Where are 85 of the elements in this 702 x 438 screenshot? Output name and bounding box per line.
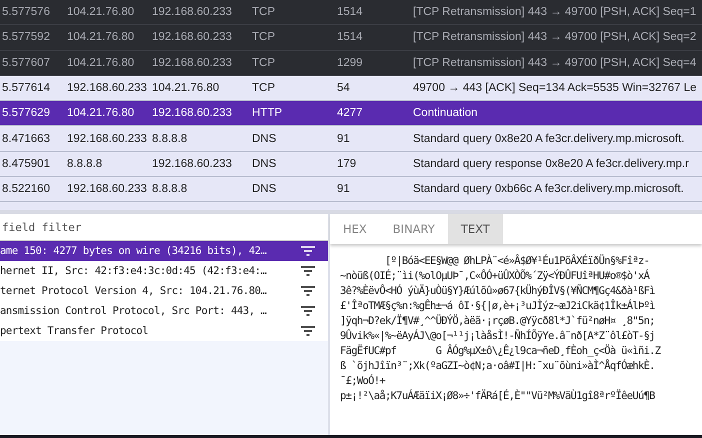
payload-text-line: FägËfUC#pf G ÂÓg%µX±ô\¿Ê¿l9ca¬ñeD¸fÈoh_ç<Öà ü«ìñi.Z	[340, 344, 662, 359]
destination-cell-text: 192.168.60.233	[152, 56, 233, 69]
destination-cell-text: 192.168.60.233	[152, 6, 233, 18]
source-cell-text: 104.21.76.80	[67, 56, 136, 69]
destination-cell-text: 8.8.8.8	[152, 132, 188, 145]
length-cell-text: 91	[337, 183, 351, 196]
tree-item[interactable]: pertext Transfer Protocol	[0, 321, 328, 341]
info-cell: Standard query response 0x8e20 A fe3cr.delivery.mp.r	[413, 158, 689, 170]
time-cell-text: 8.475901	[1, 158, 51, 170]
source-cell-text: 192.168.60.233	[67, 132, 148, 145]
tree-item[interactable]: ternet Protocol Version 4, Src: 104.21.76.80…	[0, 281, 328, 301]
length-cell-text: 91	[337, 132, 351, 145]
info-cell: Standard query 0xb66c A fe3cr.delivery.mp.microsoft.	[413, 183, 684, 196]
source-cell-text: 104.21.76.80	[67, 107, 136, 120]
tree-item-label: ternet Protocol Version 4, Src: 104.21.76.80…	[0, 285, 266, 297]
protocol-cell-text: TCP	[252, 82, 276, 94]
time-cell-text: 5.577629	[1, 107, 51, 120]
payload-text-line: ]ÿqh¬D?ek/Ï¶V#¸^^ÜÐÝÖ,àëã·¡rçøB.@Yÿcð8l*J`fü²nøH¤ ¸8"5n;	[340, 314, 656, 329]
info-cell: [TCP Retransmission] 443 → 49700 [PSH, ACK] Seq=2	[413, 31, 696, 44]
source-cell-text: 104.21.76.80	[67, 31, 136, 44]
field-filter-input[interactable]: field filter	[0, 214, 328, 241]
tree-item[interactable]: ame 150: 4277 bytes on wire (34216 bits), 42…	[0, 241, 328, 261]
destination-cell-text: 192.168.60.233	[152, 107, 233, 120]
info-cell: [TCP Retransmission] 443 → 49700 [PSH, ACK] Seq=1	[413, 6, 696, 18]
tree-item-label: ansmission Control Protocol, Src Port: 443, …	[0, 305, 266, 317]
source-cell-text: 192.168.60.233	[67, 183, 148, 196]
time-cell-text: 8.522160	[1, 183, 51, 196]
protocol-cell-text: TCP	[252, 31, 276, 44]
source-cell-text: 192.168.60.233	[67, 82, 148, 94]
destination-cell-text: 192.168.60.233	[152, 31, 233, 44]
payload-text-line: ~nòüß(OIÉ;¨ìi(%olOµUÞ¯,C«ÔÓ+üÛXÒÕ%´Zÿ<ÝÐÛFUîªHU#o®$ò'xÁ	[340, 269, 651, 284]
tree-item-label: hernet II, Src: 42:f3:e4:3c:0d:45 (42:f3:e4:…	[0, 265, 266, 277]
tree-item-label: ame 150: 4277 bytes on wire (34216 bits), 42…	[0, 245, 266, 257]
payload-text-line: [º|Bóä<EE§W@@ ØhLPÀ¨<é»Â$Ø¥¹Éu1PõÂXÉïðÜn§%Fîªz-	[384, 254, 650, 269]
protocol-cell-text: DNS	[252, 132, 278, 145]
payload-text-line: ß `õjhJîïn³¨;Xk(ºaGZI~ò¢N;a·oâ#I|H:¯xu¨õùni»àÌ^ÅqfÓæhkÈ.	[340, 359, 656, 374]
info-cell: [TCP Retransmission] 443 → 49700 [PSH, ACK] Seq=4	[413, 56, 696, 69]
filter-icon[interactable]	[300, 285, 316, 297]
time-cell-text: 5.577607	[1, 56, 51, 69]
packet-row[interactable]: 5.577576 104.21.76.80 192.168.60.233 TCP 1514 [TCP Retransmission] 443 → 49700 [PSH, ACK] Seq=1	[0, 0, 702, 26]
length-cell-text: 1514	[337, 31, 364, 44]
payload-text-line: p±¡!²\aå;K7uÁÆäïiX¡Ø8»÷'fÄRá[É,È""Vü²M%VäÙ1gî8ªrºÏêeUú¶B	[340, 389, 656, 404]
info-cell: 49700 → 443 [ACK] Seq=134 Ack=5535 Win=32767 Le	[413, 82, 697, 94]
protocol-cell-text: TCP	[252, 56, 276, 69]
payload-text-line: ¯£;WoÓ!+	[340, 374, 386, 389]
packet-row[interactable]: 8.522160 192.168.60.233 8.8.8.8 DNS 91 Standard query 0xb66c A fe3cr.delivery.mp.microsoft.	[0, 177, 702, 202]
view-tab[interactable]: BINARY	[380, 214, 448, 244]
protocol-cell-text: HTTP	[252, 107, 284, 120]
filter-icon[interactable]	[300, 325, 316, 337]
packet-row[interactable]: 8.471663 192.168.60.233 8.8.8.8 DNS 91 Standard query 0x8e20 A fe3cr.delivery.mp.microsoft.	[0, 126, 702, 152]
destination-cell-text: 8.8.8.8	[152, 183, 188, 196]
payload-text-line: 9Ûvik%«|%~ëAyÁJ\@o[¬¹¹j¡làåsÌ!-ÑhÍÕÿYe.â¨nð[A*Z¨ôl£òT-§j	[340, 329, 656, 344]
protocol-cell-text: DNS	[252, 183, 278, 196]
packet-row[interactable]: 5.577614 192.168.60.233 104.21.76.80 TCP 54 49700 → 443 [ACK] Seq=134 Ack=5535 Win=32767 Le	[0, 76, 702, 102]
info-cell: Continuation	[413, 107, 478, 120]
filter-icon[interactable]	[300, 265, 316, 277]
destination-cell-text: 192.168.60.233	[152, 158, 233, 170]
source-cell-text: 8.8.8.8	[67, 158, 104, 170]
length-cell-text: 54	[337, 82, 351, 94]
tree-item[interactable]: hernet II, Src: 42:f3:e4:3c:0d:45 (42:f3:e4:…	[0, 261, 328, 281]
filter-icon[interactable]	[300, 305, 316, 317]
packet-row[interactable]: 8.475901 8.8.8.8 192.168.60.233 DNS 179 Standard query response 0x8e20 A fe3cr.delivery.mp.r	[0, 152, 702, 178]
packet-row[interactable]: 5.577607 104.21.76.80 192.168.60.233 TCP 1299 [TCP Retransmission] 443 → 49700 [PSH, ACK] Seq=4	[0, 50, 702, 76]
packet-row[interactable]: 5.577629 104.21.76.80 192.168.60.233 HTTP 4277 Continuation	[0, 101, 702, 126]
tree-item-label: pertext Transfer Protocol	[0, 325, 148, 337]
payload-text-line: £'ÎªoTMÆ§ç%n:%gÊh±¬á ôI·§{|ø,è+¡³uJÌýz~æJ2iCkä¢1Îk±ÁlÞºì	[340, 299, 656, 314]
time-cell-text: 8.471663	[1, 132, 51, 145]
length-cell-text: 4277	[337, 107, 364, 120]
time-cell-text: 5.577614	[1, 82, 51, 94]
time-cell-text: 5.577592	[1, 31, 51, 44]
payload-text-line: 3ê?%ÈëvÔ<HÓ ýùÄ}uÒü§Y}Æúlõû»ø67{kÜhýÐÎV§(¥ÑCM¶Gç4&ðà¹ßFì	[340, 284, 656, 299]
time-cell-text: 5.577576	[1, 6, 51, 18]
length-cell-text: 1514	[337, 6, 364, 18]
info-cell: Standard query 0x8e20 A fe3cr.delivery.mp.microsoft.	[413, 132, 684, 145]
destination-cell-text: 104.21.76.80	[152, 82, 220, 94]
tree-item[interactable]: ansmission Control Protocol, Src Port: 443, …	[0, 301, 328, 321]
protocol-cell-text: DNS	[252, 158, 278, 170]
source-cell-text: 104.21.76.80	[67, 6, 136, 18]
view-tab[interactable]: HEX	[330, 214, 380, 244]
view-tab[interactable]: TEXT	[448, 214, 503, 244]
length-cell-text: 179	[337, 158, 358, 170]
filter-icon[interactable]	[300, 245, 316, 257]
protocol-cell-text: TCP	[252, 6, 276, 18]
length-cell-text: 1299	[337, 56, 364, 69]
packet-row[interactable]: 5.577592 104.21.76.80 192.168.60.233 TCP 1514 [TCP Retransmission] 443 → 49700 [PSH, ACK] Seq=2	[0, 25, 702, 51]
